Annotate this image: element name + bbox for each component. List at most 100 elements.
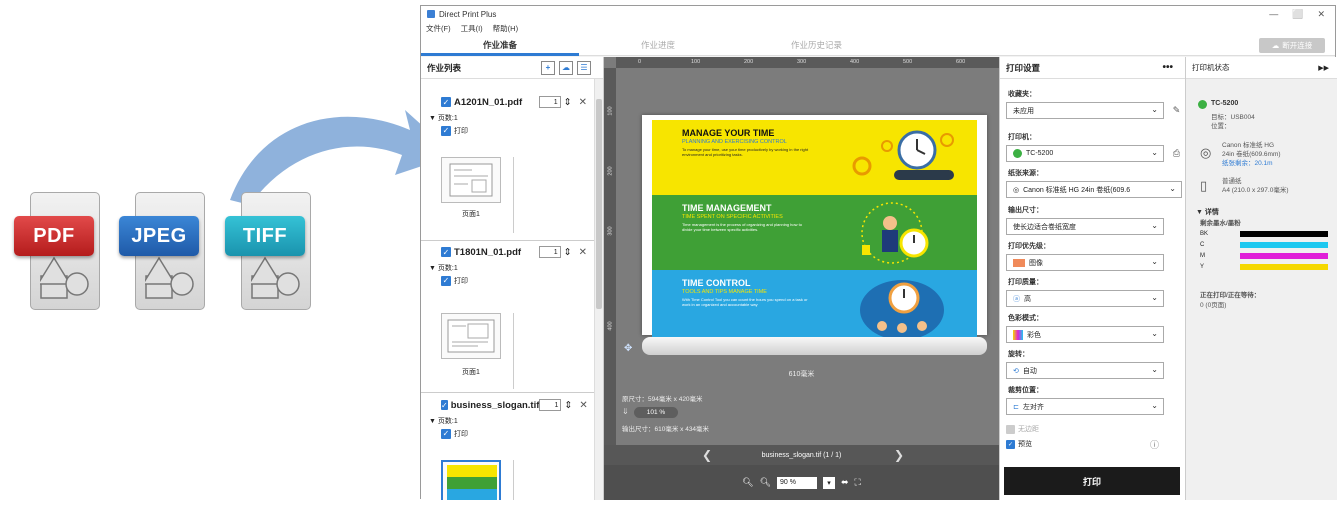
print-checkbox[interactable]: ✓ [441,275,451,286]
borderless-checkbox[interactable] [1006,424,1015,434]
job-item: ✓ T1801N_01.pdf 1 ⇕ ✕ ▼ 页数:1 ✓ 打印 页面1 [421,243,595,393]
borderless-option[interactable]: 无边距 [1006,424,1039,434]
preview-option[interactable]: ✓ 预览 [1006,439,1032,449]
page-label: 页面1 [462,211,480,218]
minimize-button[interactable]: — [1269,9,1278,20]
ink-level-bar [1240,231,1328,237]
preview-band: MANAGE YOUR TIME PLANNING AND EXERCISING… [652,120,977,195]
priority-label: 打印优先级： [1008,243,1050,250]
align-select[interactable]: ⊏ 左对齐 ⌄ [1006,398,1164,415]
horizontal-ruler: 0 100 200 300 400 500 600 [616,57,999,68]
edit-favorites-icon[interactable]: ✎ [1169,103,1184,118]
menu-file[interactable]: 文件(F) [426,23,451,34]
status-location: 位置： [1211,123,1231,130]
menu-tools[interactable]: 工具(I) [461,23,483,34]
copies-input[interactable]: 1 [539,399,562,411]
pages-toggle[interactable]: ▼ 页数:1 [421,111,595,124]
add-file-button[interactable]: + [541,60,555,75]
copies-stepper-icon[interactable]: ⇕ [564,400,572,411]
quality-label: 打印质量： [1008,279,1043,286]
collapse-panel-icon[interactable]: ▶▶ [1318,64,1337,72]
zoom-in-icon[interactable]: 🔍︎ [760,477,771,488]
page-navigation: ❮ business_slogan.tif (1 / 1) ❯ [604,445,999,465]
zoom-out-icon[interactable]: 🔍︎ [742,477,753,488]
job-checkbox[interactable]: ✓ [441,97,451,107]
ink-row-c: C [1200,242,1328,248]
chevron-down-icon: ⌄ [1151,401,1158,410]
chevron-down-icon: ⌄ [1151,293,1158,302]
ink-level-bar [1240,264,1328,270]
copies-stepper-icon[interactable]: ⇕ [564,247,572,258]
tab-job-progress[interactable]: 作业进度 [641,39,675,51]
ink-row-y: Y [1200,264,1328,270]
page-thumbnail[interactable] [441,157,501,203]
favorites-select[interactable]: 未应用 ⌄ [1006,102,1164,119]
rotate-select[interactable]: ⟲ 自动 ⌄ [1006,362,1164,379]
tab-job-prep[interactable]: 作业准备 [483,39,517,51]
page-thumbnail-selected[interactable] [441,460,501,500]
prev-file-button[interactable]: ❮ [702,448,712,462]
copies-input[interactable]: 1 [538,96,561,108]
image-icon [1013,258,1025,267]
details-toggle[interactable]: ▼ 详情 [1196,207,1219,217]
pages-toggle[interactable]: ▼ 页数:1 [421,414,595,427]
remove-job-button[interactable]: ✕ [579,247,587,258]
preview-checkbox[interactable]: ✓ [1006,439,1015,449]
tiff-file-icon: TIFF [225,192,311,310]
list-view-button[interactable]: ☰ [577,60,591,75]
color-mode-select[interactable]: 彩色 ⌄ [1006,326,1164,343]
print-checkbox[interactable]: ✓ [441,428,451,439]
copies-input[interactable]: 1 [538,246,561,258]
printer-status-panel: 打印机状态 ▶▶ TC-5200 目标：USB004 位置： ◎ Canon 标… [1185,57,1337,500]
pages-toggle[interactable]: ▼ 页数:1 [421,261,595,274]
preview-band: TIME MANAGEMENT TIME SPENT ON SPECIFIC A… [652,195,977,270]
job-checkbox[interactable]: ✓ [441,247,451,257]
title-bar: Direct Print Plus — ⬜ ✕ [421,6,1335,22]
menu-help[interactable]: 帮助(H) [493,23,518,34]
tab-job-history[interactable]: 作业历史记录 [791,39,842,51]
priority-select[interactable]: 图像 ⌄ [1006,254,1164,271]
page-thumbnail[interactable] [441,313,501,359]
maximize-button[interactable]: ⬜ [1292,9,1303,20]
status-title: 打印机状态 [1192,63,1230,72]
rotate-icon: ⟲ [1013,367,1019,375]
color-mode-label: 色彩模式： [1008,315,1043,322]
jobs-waiting-value: 0 (0页面) [1200,302,1227,309]
print-label: 打印 [454,277,468,285]
print-preview: 0 100 200 300 400 500 600 100 200 300 40… [604,57,999,500]
paper-source-select[interactable]: ◎ Canon 标准纸 HG 24in 卷纸(609.6 ⌄ [1006,181,1182,198]
move-handle-icon[interactable]: ✥ [624,343,632,354]
pdf-file-icon: PDF [14,192,100,310]
more-options-icon[interactable]: ••• [1162,62,1185,73]
zoom-dropdown-icon[interactable]: ▾ [823,476,835,489]
remove-job-button[interactable]: ✕ [579,400,587,411]
job-list-scrollbar[interactable] [594,79,603,500]
print-checkbox[interactable]: ✓ [441,125,451,136]
remove-job-button[interactable]: ✕ [579,97,587,108]
fit-width-icon[interactable]: ⬌ [841,477,849,488]
zoom-toolbar: 🔍︎ 🔍︎ 90 % ▾ ⬌ ⛶ [604,465,999,500]
list-icon: ☰ [580,63,588,72]
quality-select[interactable]: ⓐ 高 ⌄ [1006,290,1164,307]
job-checkbox[interactable]: ✓ [441,400,448,410]
fit-page-icon[interactable]: ⛶ [855,477,861,488]
add-cloud-button[interactable]: ☁ [559,60,573,75]
help-icon[interactable]: ⓘ [1150,438,1159,451]
output-size-label: 输出尺寸： [1008,207,1043,214]
zoom-input[interactable]: 90 % [777,476,817,489]
output-size-select[interactable]: 使长边适合卷纸宽度 ⌄ [1006,218,1164,235]
disconnect-button[interactable]: ☁ 断开连接 [1259,38,1325,53]
ink-level-bar [1240,253,1328,259]
printer-select[interactable]: TC-5200 ⌄ [1006,145,1164,162]
print-button[interactable]: 打印 [1004,467,1180,495]
printer-settings-icon[interactable]: ⎙ [1169,146,1184,161]
current-file-label: business_slogan.tif (1 / 1) [761,451,842,459]
job-list-title: 作业列表 [427,62,462,73]
copies-stepper-icon[interactable]: ⇕ [564,97,572,108]
next-file-button[interactable]: ❯ [894,448,904,462]
close-window-button[interactable]: ✕ [1317,9,1325,20]
page-label: 页面1 [462,369,480,376]
job-filename: A1201N_01.pdf [454,96,523,108]
window-title: Direct Print Plus [439,9,497,19]
sheet-paper-size: A4 (210.0 x 297.0毫米) [1222,187,1289,194]
